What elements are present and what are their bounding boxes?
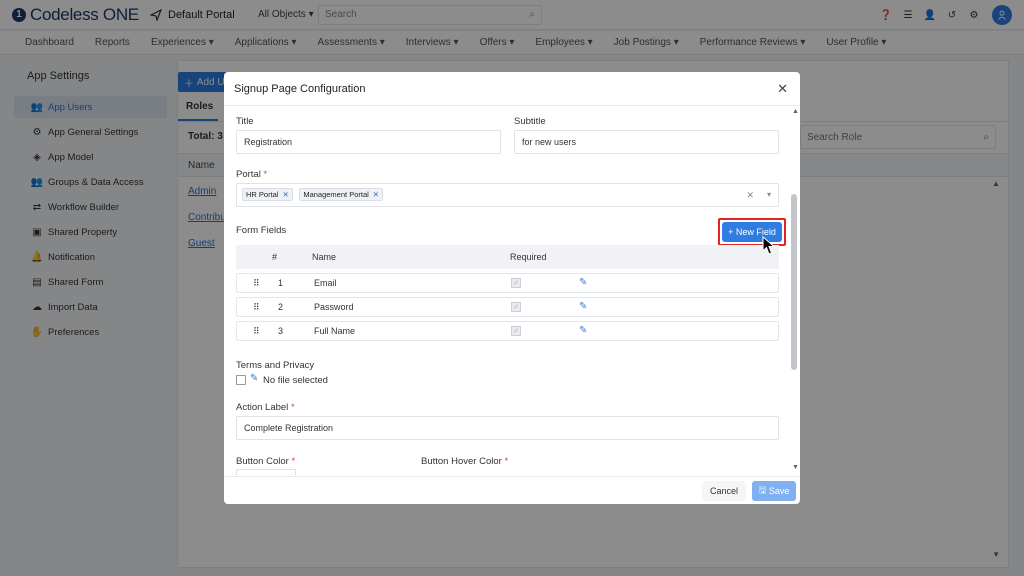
required-checkbox[interactable]: ✓ — [511, 302, 521, 312]
no-file-text: No file selected — [263, 375, 328, 386]
chip-remove-icon[interactable]: ✕ — [373, 190, 379, 199]
close-icon[interactable]: ✕ — [777, 81, 788, 97]
button-color-label: Button Color * — [236, 456, 295, 467]
portal-chip-hr: HR Portal ✕ — [242, 188, 293, 201]
chip-remove-icon[interactable]: ✕ — [283, 190, 289, 199]
save-icon: 🖫 — [758, 485, 767, 495]
action-label-input[interactable]: Complete Registration — [236, 416, 779, 440]
field-row[interactable]: ⠿ 1 Email ✓ ✎ — [236, 273, 779, 293]
required-checkbox[interactable]: ✓ — [511, 278, 521, 288]
modal-body: Title Registration Subtitle for new user… — [224, 107, 790, 475]
portal-multiselect[interactable]: HR Portal ✕ Management Portal ✕ ✕ ▾ — [236, 183, 779, 207]
required-checkbox[interactable]: ✓ — [511, 326, 521, 336]
edit-pencil-icon[interactable]: ✎ — [579, 301, 587, 312]
field-row[interactable]: ⠿ 2 Password ✓ ✎ — [236, 297, 779, 317]
action-label-label: Action Label * — [236, 402, 295, 413]
subtitle-label: Subtitle — [514, 116, 546, 127]
drag-handle-icon[interactable]: ⠿ — [253, 278, 260, 289]
modal-footer: Cancel 🖫 Save — [224, 476, 800, 504]
subtitle-input[interactable]: for new users — [514, 130, 779, 154]
required-mark: * — [504, 456, 509, 467]
terms-checkbox[interactable] — [236, 375, 246, 385]
button-color-input[interactable] — [236, 469, 296, 475]
field-name: Full Name — [314, 326, 356, 336]
modal-scrollbar[interactable] — [791, 194, 797, 370]
title-input[interactable]: Registration — [236, 130, 501, 154]
drag-handle-icon[interactable]: ⠿ — [253, 302, 260, 313]
field-num: 1 — [278, 278, 284, 288]
scroll-down-arrow[interactable]: ▼ — [792, 464, 799, 471]
cancel-button[interactable]: Cancel — [702, 481, 746, 501]
button-hover-color-label: Button Hover Color * — [421, 456, 508, 467]
drag-handle-icon[interactable]: ⠿ — [253, 326, 260, 337]
required-mark: * — [291, 456, 296, 467]
modal-header: Signup Page Configuration ✕ — [224, 72, 800, 106]
edit-pencil-icon[interactable]: ✎ — [250, 373, 258, 384]
required-mark: * — [290, 402, 295, 413]
portal-label: Portal * — [236, 169, 267, 180]
field-num: 2 — [278, 302, 284, 312]
portal-label-text: Portal — [236, 169, 261, 180]
save-button[interactable]: 🖫 Save — [752, 481, 796, 501]
required-mark: * — [263, 169, 268, 180]
modal-title: Signup Page Configuration — [234, 82, 366, 95]
edit-pencil-icon[interactable]: ✎ — [579, 277, 587, 288]
clear-icon[interactable]: ✕ — [746, 190, 754, 201]
signup-config-modal: Signup Page Configuration ✕ Title Regist… — [224, 72, 800, 504]
chip-label: Management Portal — [303, 190, 369, 199]
field-name: Password — [314, 302, 354, 312]
save-label: Save — [768, 486, 790, 496]
action-label-text: Action Label — [236, 402, 289, 413]
button-color-text: Button Color — [236, 456, 289, 467]
field-row[interactable]: ⠿ 3 Full Name ✓ ✎ — [236, 321, 779, 341]
chevron-down-icon[interactable]: ▾ — [767, 190, 771, 199]
col-num: # — [272, 252, 278, 262]
title-label: Title — [236, 116, 254, 127]
chip-label: HR Portal — [246, 190, 279, 199]
mouse-cursor-icon — [762, 236, 776, 255]
edit-pencil-icon[interactable]: ✎ — [579, 325, 587, 336]
button-hover-color-text: Button Hover Color — [421, 456, 502, 467]
col-required: Required — [510, 252, 547, 262]
field-num: 3 — [278, 326, 284, 336]
terms-label: Terms and Privacy — [236, 360, 315, 371]
scroll-up-arrow[interactable]: ▲ — [792, 108, 799, 115]
form-fields-label: Form Fields — [236, 225, 287, 236]
portal-chip-management: Management Portal ✕ — [299, 188, 384, 201]
fields-table-header: # Name Required — [236, 245, 779, 269]
col-name: Name — [312, 252, 337, 262]
field-name: Email — [314, 278, 337, 288]
